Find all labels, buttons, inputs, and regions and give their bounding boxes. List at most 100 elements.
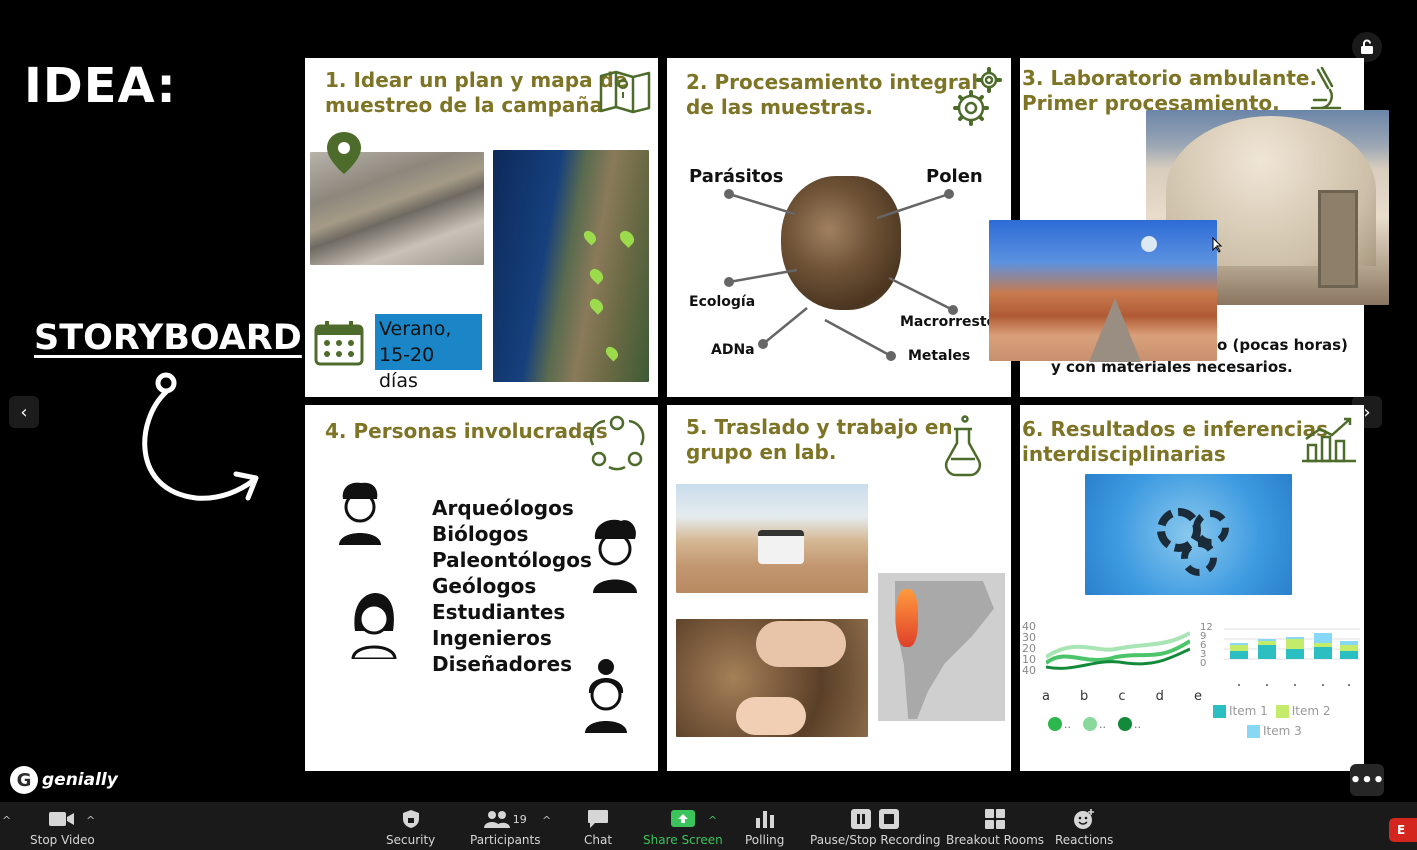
- label-ecologia: Ecología: [689, 294, 756, 310]
- legend-label: ..: [1099, 717, 1106, 731]
- panel-6-title-line1: 6. Resultados e inferencias: [1022, 417, 1329, 441]
- south-america-map: [878, 573, 1005, 721]
- panel-1-plan: 1. Idear un plan y mapa de muestreo de l…: [305, 58, 658, 397]
- season-badge: Verano, 15-20 días: [375, 314, 482, 392]
- microscope-icon: [1310, 66, 1342, 110]
- ytick: 0: [1200, 658, 1207, 669]
- label-macrorresto: Macrorresto: [900, 314, 997, 330]
- map-icon: [599, 70, 651, 114]
- legend-label: Item 2: [1291, 704, 1331, 718]
- legend-swatch: [1048, 717, 1062, 731]
- reactions-label: Reactions: [1055, 833, 1114, 847]
- genially-logo-icon: G: [10, 766, 38, 794]
- desert-car-photo: [676, 484, 868, 593]
- label-adna: ADNa: [711, 342, 755, 358]
- role-item: Paleontólogos: [432, 548, 592, 572]
- panel-2-processing: 2. Procesamiento integral de las muestra…: [667, 58, 1011, 397]
- breakout-rooms-button[interactable]: Breakout Rooms: [946, 808, 1044, 847]
- map-marker: [587, 266, 606, 285]
- more-options-button[interactable]: •••: [1350, 764, 1384, 796]
- role-item: Geólogos: [432, 574, 537, 598]
- participants-button[interactable]: 19 Participants: [470, 808, 541, 847]
- chat-button[interactable]: Chat: [584, 808, 612, 847]
- panel-5-title-line1: 5. Traslado y trabajo en: [686, 415, 953, 439]
- legend-swatch: [1275, 704, 1289, 718]
- genially-logo: G genially: [10, 766, 118, 794]
- mouse-cursor-icon: [1212, 237, 1222, 253]
- polling-button[interactable]: Polling: [745, 808, 784, 847]
- collaboration-icon: [589, 415, 645, 471]
- security-button[interactable]: Security: [386, 808, 435, 847]
- panel-3-title-line1: 3. Laboratorio ambulante.: [1022, 66, 1318, 90]
- legend-swatch: [1247, 724, 1260, 738]
- label-parasitos: Parásitos: [689, 166, 784, 187]
- pause-stop-icon: [851, 808, 900, 830]
- prev-slide-button[interactable]: ‹: [9, 396, 39, 428]
- legend-label: ..: [1134, 717, 1141, 731]
- road-shape: [1089, 298, 1141, 362]
- person-avatar-icon: [351, 593, 397, 659]
- recording-button[interactable]: Pause/Stop Recording: [810, 808, 940, 847]
- bar-chart-legend: Item 1 Item 2 Item 3: [1213, 704, 1353, 738]
- map-marker: [617, 228, 637, 248]
- role-item: Estudiantes: [432, 600, 566, 624]
- map-marker: [603, 344, 621, 362]
- growth-chart-icon: [1302, 417, 1356, 463]
- person-avatar-icon: [593, 519, 637, 593]
- legend-swatch: [1213, 704, 1226, 718]
- season-badge-line2: 15-20 días: [379, 344, 435, 392]
- audio-options-caret-icon[interactable]: ^: [2, 814, 11, 827]
- label-metales: Metales: [908, 348, 971, 364]
- tent-door: [1318, 190, 1358, 288]
- chat-bubble-icon: [587, 808, 609, 830]
- participants-caret-icon[interactable]: ^: [542, 814, 551, 827]
- map-marker: [581, 228, 599, 246]
- bar-chart-yticks: 12 9 6 3 0: [1200, 623, 1213, 669]
- role-item: Arqueólogos: [432, 496, 574, 520]
- panel-4-title: 4. Personas involucradas: [325, 419, 608, 443]
- bar-chart: [1224, 628, 1360, 686]
- participants-label: Participants: [470, 833, 541, 847]
- panel-5-title-line2: grupo en lab.: [686, 440, 837, 464]
- chat-label: Chat: [584, 833, 613, 847]
- recording-label: Pause/Stop Recording: [810, 833, 941, 847]
- car-shape: [758, 530, 804, 564]
- stop-video-button[interactable]: Stop Video: [30, 808, 95, 847]
- desert-road-photo: [989, 220, 1217, 362]
- storyboard-heading: STORYBOARD: [34, 318, 302, 358]
- satellite-map: [493, 150, 649, 382]
- participants-icon: 19: [483, 808, 527, 830]
- reactions-button[interactable]: Reactions: [1055, 808, 1113, 847]
- video-camera-icon: [49, 808, 75, 830]
- video-options-caret-icon[interactable]: ^: [86, 814, 95, 827]
- xtick: c: [1118, 689, 1126, 704]
- panel-5-transfer: 5. Traslado y trabajo en grupo en lab.: [667, 405, 1011, 771]
- idea-heading: IDEA:: [24, 58, 177, 114]
- xtick: b: [1080, 689, 1089, 704]
- shield-icon: [402, 808, 420, 830]
- gear-shape: [1181, 540, 1217, 576]
- panel-1-title-line2: muestreo de la campaña: [325, 93, 604, 117]
- line-chart-yticks: 40 30 20 10 40: [1022, 621, 1036, 676]
- logo-text: genially: [42, 770, 118, 790]
- panel-6-results: 6. Resultados e inferencias interdiscipl…: [1020, 405, 1364, 771]
- share-options-caret-icon[interactable]: ^: [708, 814, 717, 827]
- gears-hands-photo: [1085, 474, 1292, 595]
- role-item: Biólogos: [432, 522, 529, 546]
- line-chart-legend: .. .. ..: [1048, 717, 1141, 731]
- polling-label: Polling: [745, 833, 785, 847]
- curved-arrow-icon: [142, 372, 259, 501]
- end-meeting-button[interactable]: E: [1389, 818, 1417, 842]
- line-chart-xticks: a b c d e: [1042, 689, 1202, 704]
- role-item: Diseñadores: [432, 652, 573, 676]
- hand-shape: [756, 621, 846, 667]
- xtick: e: [1193, 689, 1202, 704]
- grid-icon: [985, 808, 1006, 830]
- line-chart: [1046, 631, 1190, 670]
- end-label: E: [1397, 823, 1406, 837]
- legend-label: ..: [1064, 717, 1071, 731]
- role-item: Ingenieros: [432, 626, 552, 650]
- lab-hands-photo: [676, 619, 868, 737]
- highlight-region: [896, 589, 918, 647]
- season-badge-line1: Verano,: [379, 318, 452, 340]
